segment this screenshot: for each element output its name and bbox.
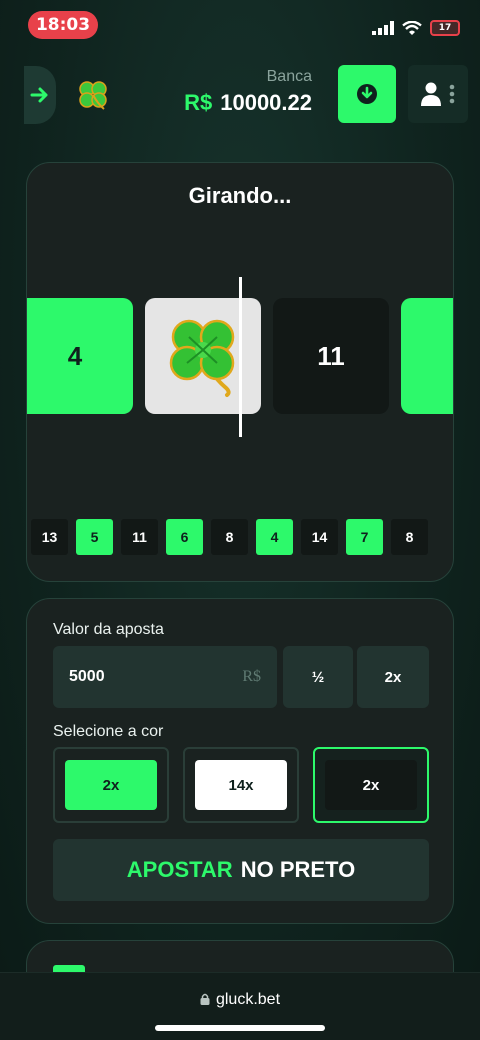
roulette-tile: 4 (27, 298, 133, 414)
history-item: 5 (76, 519, 113, 555)
place-bet-accent: APOSTAR (126, 857, 233, 882)
balance-value: 10000.22 (220, 90, 312, 115)
bet-amount-input[interactable]: 5000 R$ (53, 646, 277, 708)
history-item: 8 (391, 519, 428, 555)
color-chip-black: 2x (325, 760, 417, 810)
status-icons: 17 (372, 20, 460, 36)
color-option-black[interactable]: 2x (313, 747, 429, 823)
lock-icon (200, 993, 210, 1005)
color-chip-green: 2x (65, 760, 157, 810)
half-bet-button[interactable]: ½ (283, 646, 353, 708)
status-time: 18:03 (28, 11, 98, 39)
deposit-button[interactable] (338, 65, 396, 123)
user-icon (421, 82, 441, 106)
recent-results: 13 5 11 6 8 4 14 7 8 (31, 519, 428, 555)
browser-address-bar[interactable]: gluck.bet (0, 972, 480, 1040)
history-item: 14 (301, 519, 338, 555)
roulette-tile-clover (145, 298, 261, 414)
roulette-pointer (239, 277, 242, 437)
color-chip-white: 14x (195, 760, 287, 810)
balance-currency: R$ (184, 90, 213, 115)
place-bet-label: NO PRETO (240, 857, 356, 882)
bank-label: Banca (266, 68, 312, 85)
wifi-icon (402, 20, 422, 35)
battery-level: 17 (438, 23, 452, 33)
battery-icon: 17 (430, 20, 460, 36)
bet-amount-label: Valor da aposta (53, 621, 164, 638)
arrow-right-icon (30, 87, 48, 103)
bet-amount-value: 5000 (69, 668, 105, 685)
history-item: 7 (346, 519, 383, 555)
bet-amount-currency: R$ (242, 668, 261, 685)
roulette-tile: 8 (401, 298, 453, 414)
history-item: 4 (256, 519, 293, 555)
app-header: Banca R$ 10000.22 (0, 62, 480, 126)
color-option-green[interactable]: 2x (53, 747, 169, 823)
url-display: gluck.bet (0, 991, 480, 1009)
spin-status-title: Girando... (188, 183, 292, 208)
status-bar: 18:03 17 (0, 0, 480, 50)
history-item: 8 (211, 519, 248, 555)
place-bet-button[interactable]: APOSTAR NO PRETO (53, 839, 429, 901)
home-indicator[interactable] (155, 1025, 325, 1031)
url-text: gluck.bet (215, 991, 281, 1008)
roulette-panel: Girando... 4 11 8 13 5 11 6 8 (26, 162, 454, 582)
history-item: 13 (31, 519, 68, 555)
clover-logo-icon[interactable] (76, 78, 110, 112)
tile-label: 4 (67, 340, 83, 371)
history-item: 6 (166, 519, 203, 555)
color-option-white[interactable]: 14x (183, 747, 299, 823)
roulette-tile: 11 (273, 298, 389, 414)
history-item: 11 (121, 519, 158, 555)
double-bet-button[interactable]: 2x (357, 646, 429, 708)
color-select-label: Selecione a cor (53, 723, 164, 740)
sidebar-toggle-button[interactable] (24, 66, 56, 124)
clover-icon (169, 319, 235, 397)
download-circle-icon (357, 84, 377, 104)
more-vertical-icon (449, 84, 455, 104)
bet-panel: Valor da aposta 5000 R$ ½ 2x Selecione a… (26, 598, 454, 924)
tile-label: 11 (317, 340, 345, 371)
signal-icon (372, 21, 394, 35)
bank-balance: R$ 10000.22 (184, 90, 312, 116)
profile-menu-button[interactable] (408, 65, 468, 123)
